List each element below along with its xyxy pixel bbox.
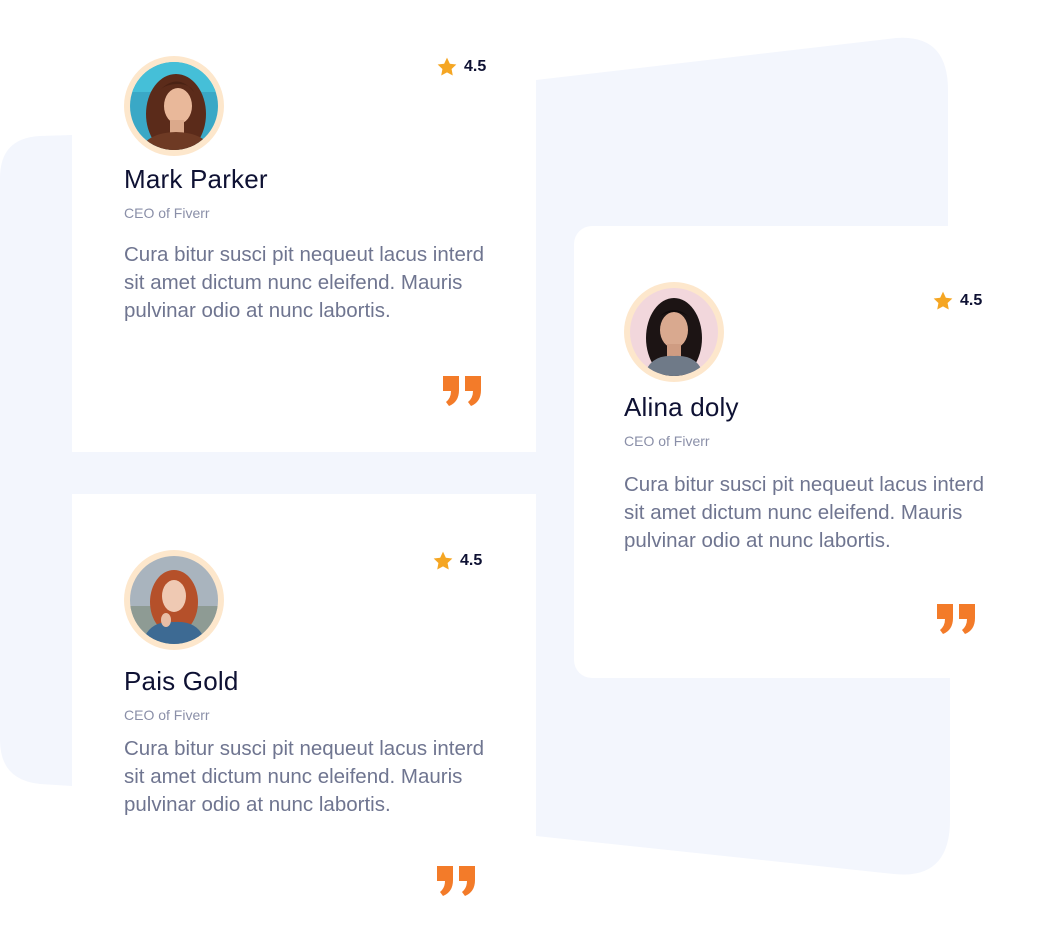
rating-value: 4.5	[464, 58, 487, 75]
reviewer-name: Pais Gold	[124, 666, 239, 696]
reviewer-role: CEO of Fiverr	[124, 205, 210, 221]
avatar-image	[130, 556, 218, 644]
quote-icon	[437, 866, 477, 896]
testimonial-text: Cura bitur susci pit nequeut lacus inter…	[124, 243, 485, 322]
reviewer-role: CEO of Fiverr	[124, 707, 210, 723]
reviewer-role: CEO of Fiverr	[624, 433, 710, 449]
avatar-image	[630, 288, 718, 376]
rating: 4.5	[436, 56, 486, 78]
avatar-image	[130, 62, 218, 150]
quote-icon	[937, 604, 977, 634]
avatar	[624, 282, 724, 382]
rating: 4.5	[432, 550, 482, 572]
testimonial-card-pais-gold: 4.5 Pais Gold CEO of Fiverr Cura bitur s…	[72, 494, 536, 946]
star-icon	[432, 550, 454, 572]
reviewer-name: Alina doly	[624, 392, 739, 422]
avatar	[124, 56, 224, 156]
testimonial-text: Cura bitur susci pit nequeut lacus inter…	[624, 473, 985, 552]
rating-value: 4.5	[460, 552, 483, 569]
testimonial-card-alina-doly: 4.5 Alina doly CEO of Fiverr Cura bitur …	[574, 226, 1046, 678]
reviewer-name: Mark Parker	[124, 164, 268, 194]
star-icon	[436, 56, 458, 78]
rating: 4.5	[932, 290, 982, 312]
rating-value: 4.5	[960, 292, 983, 309]
avatar	[124, 550, 224, 650]
testimonial-text: Cura bitur susci pit nequeut lacus inter…	[124, 737, 485, 816]
quote-icon	[443, 376, 483, 406]
star-icon	[932, 290, 954, 312]
testimonial-card-mark-parker: 4.5 Mark Parker CEO of Fiverr Cura bitur…	[72, 0, 536, 452]
